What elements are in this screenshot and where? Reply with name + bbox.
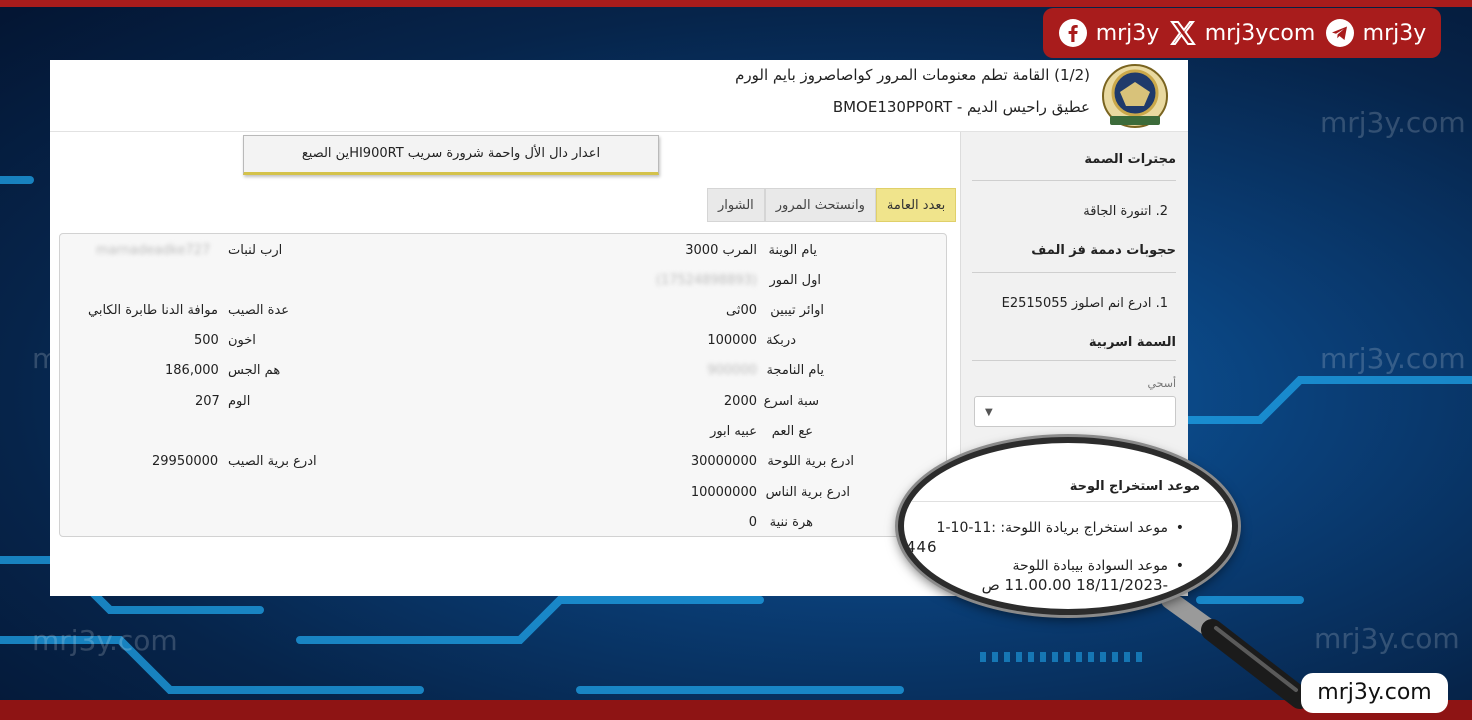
page-title: (1/2) القامة تطم معنومات المرور كواصاصرو… xyxy=(735,66,1090,84)
divider xyxy=(972,360,1176,361)
detail-value: موافة الدنا طابرة الكابي xyxy=(88,303,218,318)
detail-label: ادرع برية الصيب xyxy=(228,454,317,469)
detail-value: 100000 xyxy=(707,333,757,348)
detail-label: عع العم xyxy=(771,424,813,439)
x-handle: mrj3ycom xyxy=(1204,20,1316,46)
detail-label: اول المور xyxy=(769,273,821,288)
detail-label: اخون xyxy=(228,333,256,348)
telegram-link[interactable]: mrj3y xyxy=(1325,18,1427,48)
action-button[interactable]: اعدار دال الأل واحمة شرورة سريب HI900RTي… xyxy=(243,135,659,175)
appointment-value: -18/11/2023 11.00.00 ص xyxy=(981,576,1168,594)
tab-other[interactable]: الشوار xyxy=(707,188,765,222)
watermark-text: mrj3y.com xyxy=(1314,622,1460,655)
watermark-text: mrj3y.com xyxy=(1320,106,1466,139)
detail-label: ادرع برية الناس xyxy=(765,485,850,500)
sidebar-heading: مجترات الصمة xyxy=(1084,152,1176,167)
watermark-text: mrj3y.com xyxy=(32,624,178,657)
detail-value: 29950000 xyxy=(152,454,219,469)
detail-label: ارب لنبات xyxy=(228,243,283,258)
detail-label: يام الوينة xyxy=(768,243,817,258)
divider xyxy=(912,501,1232,502)
detail-label: عدة الصيب xyxy=(228,303,290,318)
emblem-logo xyxy=(1102,64,1168,128)
detail-label: هرة ننية xyxy=(769,515,813,530)
sidebar-heading: حجوبات دممة فز المف xyxy=(1031,243,1176,258)
tab-traffic[interactable]: وانستحث المرور xyxy=(764,188,876,222)
detail-value: 00ثى xyxy=(725,303,757,318)
detail-value: (17524898893) xyxy=(655,273,757,288)
x-link[interactable]: mrj3ycom xyxy=(1169,19,1316,47)
telegram-icon xyxy=(1325,19,1354,47)
watermark-text: mrj3y.com xyxy=(1320,342,1466,375)
detail-value: marnadeadke727 xyxy=(96,243,211,258)
detail-value: 10000000 xyxy=(690,485,757,500)
tab-general[interactable]: بعدد العامة xyxy=(875,188,957,222)
divider xyxy=(972,180,1176,181)
appointment-label: موعد السوادة بيبادة اللوحة xyxy=(1012,558,1168,574)
caret-down-icon: ▼ xyxy=(985,407,993,418)
detail-label: ادرع برية اللوحة xyxy=(767,454,854,469)
detail-label: الوم xyxy=(228,394,251,409)
detail-label: دربكة xyxy=(766,333,796,348)
detail-value: 30000000 xyxy=(690,454,757,469)
page-subtitle: عطيق راحيس الديم - BMOE130PP0RT xyxy=(832,98,1090,116)
list-item: موعد استخراج بريادة اللوحة: :11-10-1 VY4… xyxy=(904,519,1184,557)
detail-value: 186,000 xyxy=(165,363,219,378)
select-label: أسحي xyxy=(1147,377,1176,390)
detail-label: اوائر تيبين xyxy=(770,303,824,318)
magnifier-lens: موعد استخراج الوحة موعد استخراج بريادة ا… xyxy=(898,437,1238,615)
detail-value: 500 xyxy=(194,333,219,348)
facebook-handle: mrj3y xyxy=(1095,20,1160,46)
divider xyxy=(972,272,1176,273)
sidebar-item[interactable]: 2. اتنورة الجاقة xyxy=(1083,204,1168,219)
detail-value: 2000 xyxy=(723,394,757,409)
facebook-link[interactable]: mrj3y xyxy=(1058,18,1160,48)
appointment-label: موعد استخراج بريادة اللوحة: :11-10-1 xyxy=(936,520,1168,536)
sidebar-item[interactable]: 1. ادرع انم اصلوز E2515055 xyxy=(1002,296,1168,311)
x-icon xyxy=(1169,21,1196,45)
filter-select[interactable]: ▼ xyxy=(974,396,1176,427)
details-panel: يام الوينة المرب 3000 اول المور (1752489… xyxy=(59,233,947,537)
social-bar: mrj3y mrj3ycom mrj3y xyxy=(1043,8,1441,58)
facebook-icon xyxy=(1058,19,1087,47)
magnifier-title: موعد استخراج الوحة xyxy=(1069,479,1200,494)
appointment-list: موعد استخراج بريادة اللوحة: :11-10-1 VY4… xyxy=(904,519,1185,595)
list-item: موعد السوادة بيبادة اللوحة -18/11/2023 1… xyxy=(937,557,1185,595)
detail-value: 207 xyxy=(195,394,220,409)
detail-value: المرب 3000 xyxy=(685,243,757,258)
detail-label: يام النامجة xyxy=(766,363,824,378)
page-header: (1/2) القامة تطم معنومات المرور كواصاصرو… xyxy=(50,60,1188,132)
detail-label: هم الجس xyxy=(228,363,281,378)
detail-value: 900000 xyxy=(707,363,757,378)
appointment-value: VY446 xyxy=(904,538,938,556)
detail-value: 0 xyxy=(748,515,757,530)
detail-label: سبة اسرع xyxy=(763,394,819,409)
sidebar-heading: السمة اسربية xyxy=(1088,335,1176,350)
site-badge[interactable]: mrj3y.com xyxy=(1301,673,1448,713)
detail-value: عبيه ابور xyxy=(710,424,757,439)
tab-bar: بعدد العامة وانستحث المرور الشوار xyxy=(707,188,957,222)
telegram-handle: mrj3y xyxy=(1362,20,1427,46)
